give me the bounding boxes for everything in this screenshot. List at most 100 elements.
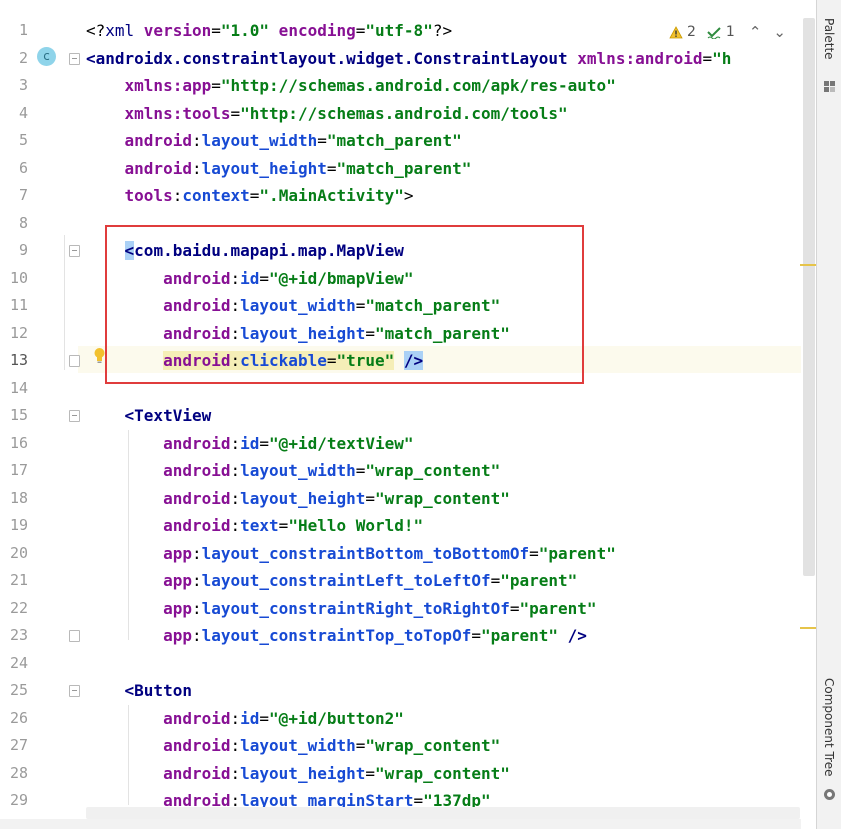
previous-highlight-chevron-up-icon[interactable]: ⌃ [749,23,762,41]
code-line[interactable]: android:layout_width="wrap_content" [86,457,500,484]
line-number[interactable]: 5 [0,127,28,154]
fold-toggle-icon[interactable] [69,685,80,697]
warnings-count: 2 [687,24,696,40]
code-line[interactable]: app:layout_constraintLeft_toLeftOf="pare… [86,567,577,594]
line-number[interactable]: 22 [0,595,28,622]
warning-stripe-marker[interactable] [800,627,816,629]
fold-toggle-icon[interactable] [69,52,80,65]
line-number[interactable]: 7 [0,182,28,209]
line-number[interactable]: 28 [0,760,28,787]
line-number[interactable]: 25 [0,677,28,704]
line-number[interactable]: 3 [0,72,28,99]
code-token: "@+id/textView" [269,433,414,453]
code-token: android [124,158,192,178]
line-number[interactable]: 4 [0,100,28,127]
code-token: android [163,433,231,453]
code-line[interactable]: app:layout_constraintBottom_toBottomOf="… [86,540,616,567]
line-number[interactable]: 8 [0,210,28,237]
class-gutter-icon[interactable]: c [37,47,56,66]
code-token: layout_constraintBottom_toBottomOf [201,543,530,563]
code-line[interactable]: android:layout_height="match_parent" [86,155,472,182]
line-number[interactable]: 9 [0,237,28,264]
code-token: "http://schemas.android.com/apk/res-auto… [220,76,616,95]
line-number[interactable]: 23 [0,622,28,649]
code-token: "utf-8" [365,21,433,40]
line-number[interactable]: 2 [0,45,28,72]
fold-end-marker[interactable] [69,630,80,642]
line-number[interactable]: 15 [0,402,28,429]
code-editor[interactable]: 1 2 3 4 5 6 7 8 9 10 11 12 13 14 15 16 17 18 19 20 21 22 23 24 2… [0,0,816,829]
code-token: = [259,433,270,453]
code-line[interactable]: <androidx.constraintlayout.widget.Constr… [86,45,731,72]
line-number[interactable]: 29 [0,787,28,814]
line-number[interactable]: 24 [0,650,28,677]
code-line[interactable]: xmlns:app="http://schemas.android.com/ap… [86,72,616,99]
code-line[interactable]: xmlns:tools="http://schemas.android.com/… [86,100,568,127]
code-line[interactable]: app:layout_constraintRight_toRightOf="pa… [86,595,597,622]
fold-toggle-icon[interactable] [69,410,80,422]
code-line[interactable]: android:id="@+id/textView" [86,430,414,457]
code-token: "parent" [500,571,578,590]
vertical-scrollbar-thumb[interactable] [803,18,815,576]
code-token: : [191,131,202,150]
code-token: : [230,708,241,728]
line-number[interactable]: 1 [0,17,28,44]
line-number[interactable]: 13 [0,347,28,374]
line-number[interactable]: 19 [0,512,28,539]
component-tree-tab[interactable]: Component Tree [822,678,836,776]
line-number[interactable]: 6 [0,155,28,182]
line-number[interactable]: 18 [0,485,28,512]
fold-toggle-icon[interactable] [69,245,80,257]
line-number[interactable]: 27 [0,732,28,759]
next-highlight-chevron-down-icon[interactable]: ⌄ [773,23,786,41]
code-token: layout_width [240,736,356,755]
line-number[interactable]: 17 [0,457,28,484]
code-line[interactable]: android:layout_width="wrap_content" [86,732,500,759]
code-token: : [172,186,183,205]
code-line[interactable]: app:layout_constraintTop_toTopOf="parent… [86,622,587,649]
code-token: = [471,626,481,645]
line-number[interactable]: 11 [0,292,28,319]
code-token: text [240,516,279,535]
code-line[interactable]: <TextView [86,402,212,429]
code-token: = [278,516,289,535]
warning-stripe-marker[interactable] [800,264,816,266]
line-number[interactable]: 10 [0,265,28,292]
code-line[interactable]: tools:context=".MainActivity"> [86,182,414,209]
line-number[interactable]: 20 [0,540,28,567]
code-token: : [230,433,241,453]
line-number-gutter[interactable]: 1 2 3 4 5 6 7 8 9 10 11 12 13 14 15 16 17 18 19 20 21 22 23 24 2… [0,0,80,829]
code-line[interactable]: <Button [86,677,192,704]
line-number[interactable]: 12 [0,320,28,347]
code-line[interactable]: <?xml version="1.0" encoding="utf-8"?> [86,17,452,44]
line-number[interactable]: 21 [0,567,28,594]
code-line[interactable]: android:layout_height="wrap_content" [86,485,510,512]
inspection-widget[interactable]: 2 1 ⌃ ⌄ [669,20,786,44]
code-token: = [365,488,376,508]
palette-icon[interactable] [823,80,836,93]
code-token: = [211,21,221,40]
code-token: app [163,543,192,563]
component-tree-icon[interactable] [823,788,836,801]
code-token: = [317,131,327,150]
horizontal-scrollbar[interactable] [86,807,800,819]
code-line[interactable]: android:layout_width="match_parent" [86,127,462,154]
code-token: = [702,48,713,68]
palette-tab[interactable]: Palette [822,18,836,60]
line-number[interactable]: 16 [0,430,28,457]
code-line[interactable]: android:text="Hello World!" [86,512,423,539]
code-line[interactable]: android:layout_height="wrap_content" [86,760,510,787]
fold-end-marker[interactable] [69,355,80,367]
code-token: = [490,571,501,590]
code-token: "Hello World!" [288,516,424,535]
code-token: = [230,103,241,123]
line-number[interactable]: 14 [0,375,28,402]
line-number[interactable]: 26 [0,705,28,732]
code-line[interactable]: android:id="@+id/button2" [86,705,404,732]
